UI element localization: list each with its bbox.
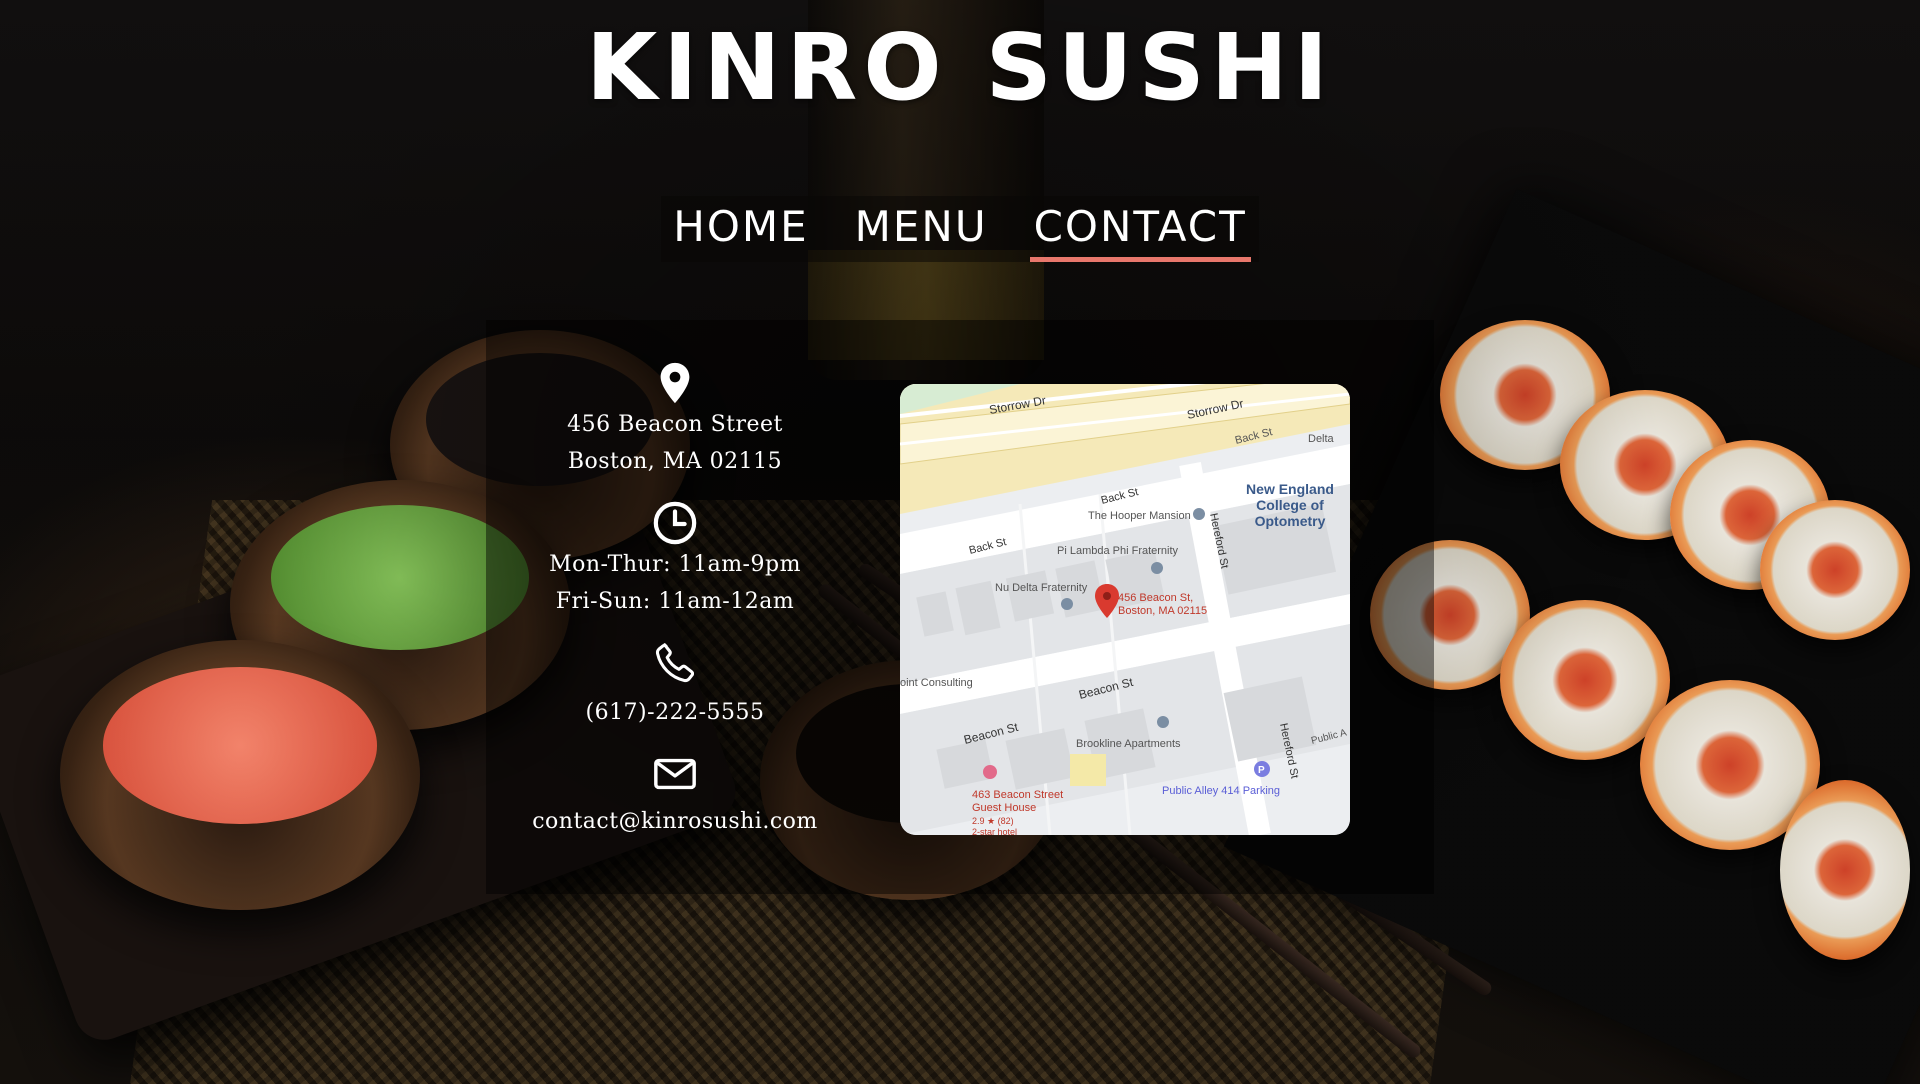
map-place-label: Nu Delta Fraternity xyxy=(995,582,1088,594)
map-place-label: Pi Lambda Phi Fraternity xyxy=(1057,545,1179,557)
site-title: KINRO SUSHI xyxy=(585,14,1335,121)
location-map[interactable]: Storrow Dr Storrow Dr Back St Delta Back… xyxy=(900,384,1350,835)
nav-bar: HOME MENU CONTACT xyxy=(661,196,1259,262)
phone-block: (617)-222-5555 xyxy=(486,640,864,731)
map-marker-label: 456 Beacon St, xyxy=(1118,592,1193,604)
nav-item-contact[interactable]: CONTACT xyxy=(1029,196,1251,262)
email-address[interactable]: contact@kinrosushi.com xyxy=(532,803,818,840)
envelope-icon xyxy=(654,758,696,790)
map-street-label: Delta xyxy=(1308,433,1335,445)
parking-pin-letter: P xyxy=(1258,765,1265,776)
map-place-label: Guest House xyxy=(972,802,1036,814)
email-block: contact@kinrosushi.com xyxy=(486,751,864,840)
map-poi-icon[interactable] xyxy=(1151,562,1163,574)
clock-icon xyxy=(653,501,697,545)
map-place-label: College of xyxy=(1256,497,1324,513)
nav-item-home[interactable]: HOME xyxy=(669,196,812,262)
map-place-label: 463 Beacon Street xyxy=(972,789,1063,801)
contact-info: 456 Beacon Street Boston, MA 02115 Mon-T… xyxy=(486,360,864,840)
map-place-label: oint Consulting xyxy=(900,677,973,689)
address-line-1: 456 Beacon Street xyxy=(567,412,783,437)
address-line-2: Boston, MA 02115 xyxy=(567,449,783,474)
phone-icon xyxy=(655,643,695,683)
address-block: 456 Beacon Street Boston, MA 02115 xyxy=(486,360,864,480)
map-poi-icon[interactable] xyxy=(1061,598,1073,610)
map-place-label: Public Alley 414 Parking xyxy=(1162,785,1280,797)
hours-block: Mon-Thur: 11am-9pm Fri-Sun: 11am-12am xyxy=(486,500,864,620)
map-canvas[interactable]: Storrow Dr Storrow Dr Back St Delta Back… xyxy=(900,384,1350,835)
map-place-label: The Hooper Mansion xyxy=(1088,510,1191,522)
hours-line-1: Mon-Thur: 11am-9pm xyxy=(549,552,801,577)
hours-line-2: Fri-Sun: 11am-12am xyxy=(555,589,795,614)
nav-item-menu[interactable]: MENU xyxy=(851,196,992,262)
page: KINRO SUSHI HOME MENU CONTACT 456 Beacon… xyxy=(0,0,1920,1084)
map-place-label: Optometry xyxy=(1255,513,1326,529)
hotel-pin-icon[interactable] xyxy=(983,765,997,779)
map-place-label: 2.9 ★ (82) xyxy=(972,816,1014,826)
map-poi-icon[interactable] xyxy=(1193,508,1205,520)
map-place-label: New England xyxy=(1246,481,1334,497)
phone-number[interactable]: (617)-222-5555 xyxy=(585,694,764,731)
map-poi-icon[interactable] xyxy=(1157,716,1169,728)
map-marker-label: Boston, MA 02115 xyxy=(1118,605,1207,617)
main-nav: HOME MENU CONTACT xyxy=(0,196,1920,262)
map-place-label: Brookline Apartments xyxy=(1076,738,1181,750)
map-place-label: 2-star hotel xyxy=(972,827,1017,835)
location-pin-icon xyxy=(660,362,690,404)
